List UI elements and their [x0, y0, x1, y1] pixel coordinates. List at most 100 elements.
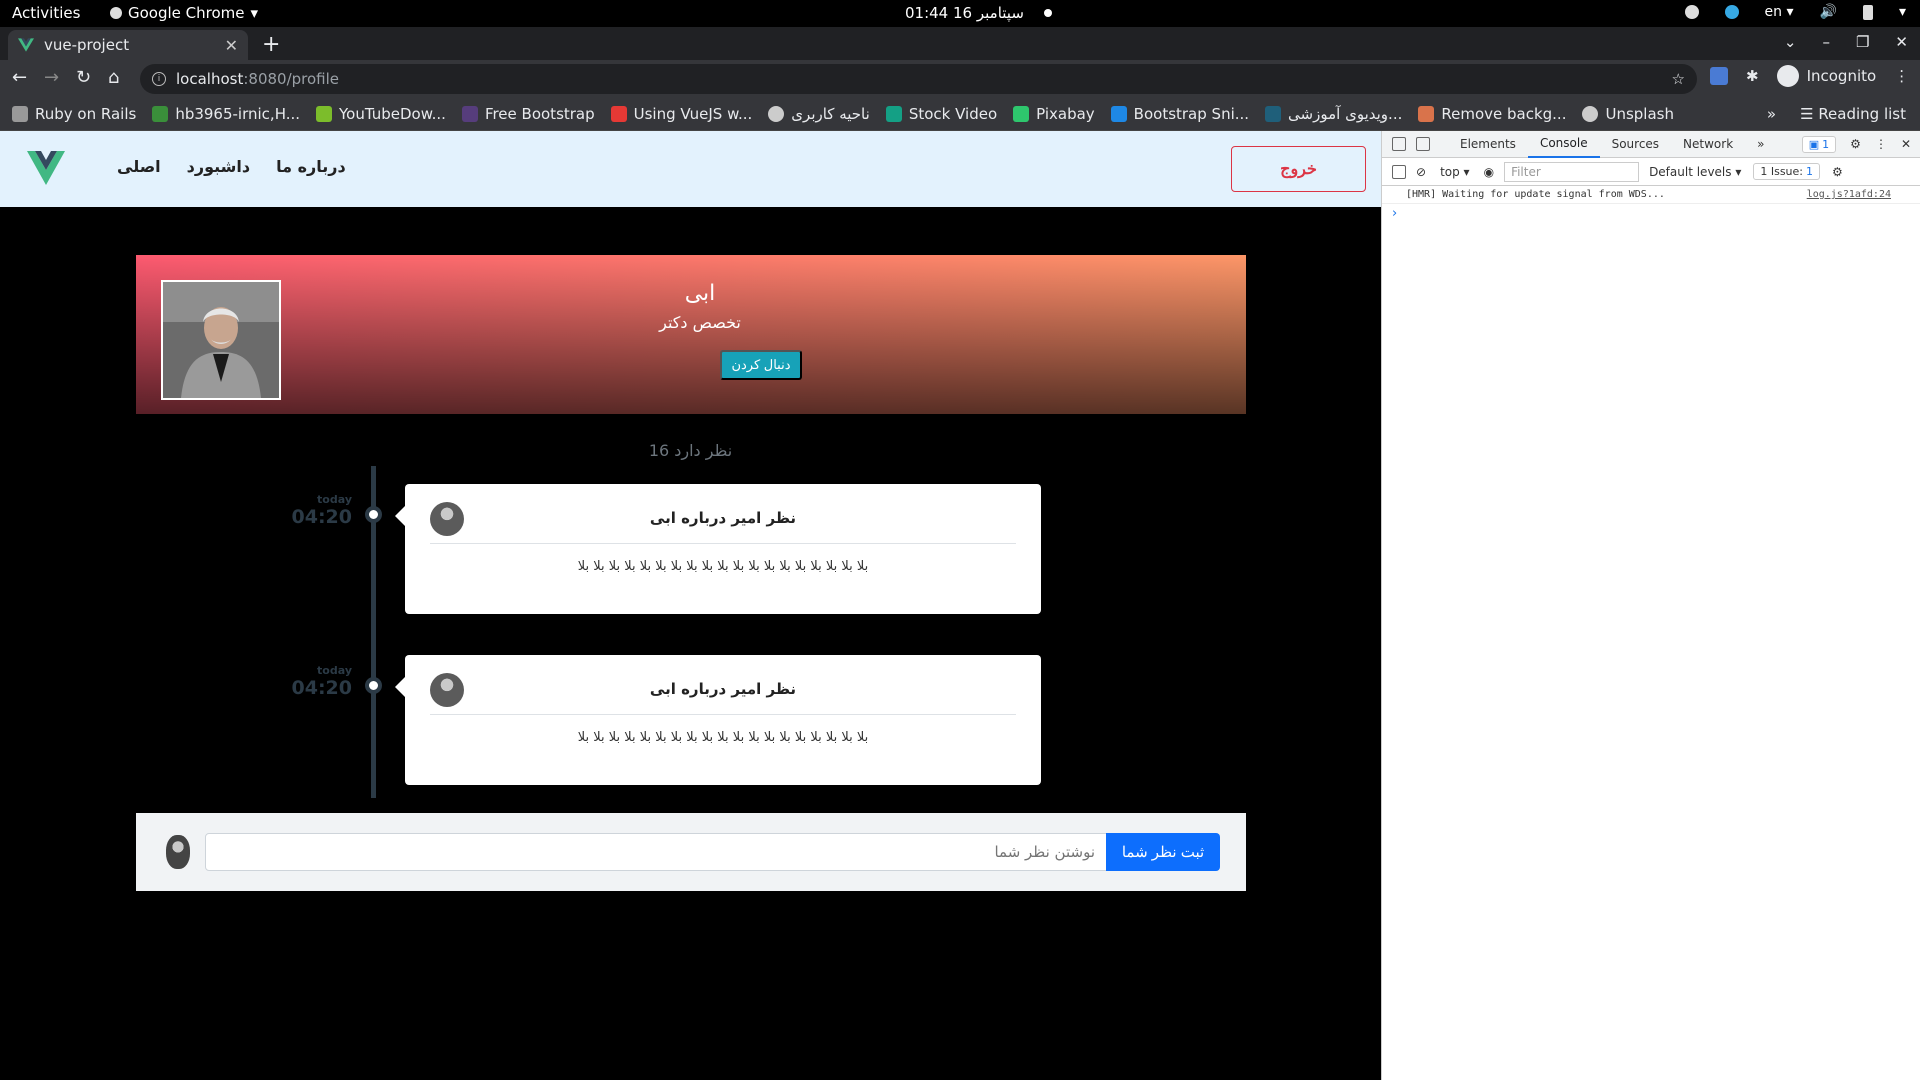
maximize-icon[interactable]: ❐: [1856, 33, 1869, 51]
messages-badge[interactable]: ▣ 1: [1801, 135, 1837, 153]
bookmark-item[interactable]: Bootstrap Sni...: [1110, 104, 1250, 123]
bookmark-item[interactable]: Ruby on Rails: [12, 105, 136, 123]
log-levels-dropdown[interactable]: Default levels ▾: [1649, 165, 1741, 179]
bookmark-label: Unsplash: [1605, 104, 1674, 123]
vue-logo-icon[interactable]: [27, 151, 65, 185]
minimize-icon[interactable]: –: [1822, 33, 1830, 51]
sidebar-toggle-icon[interactable]: [1392, 164, 1406, 179]
comment-divider: [430, 543, 1016, 544]
follow-button[interactable]: دنبال کردن: [720, 350, 802, 380]
site-info-icon[interactable]: i: [152, 72, 166, 86]
app-menu[interactable]: Google Chrome ▾: [110, 4, 258, 22]
comment-form: ثبت نظر شما: [136, 813, 1246, 891]
browser-tab[interactable]: vue-project ✕: [8, 30, 248, 60]
chrome-menu-icon[interactable]: ⋮: [1894, 67, 1909, 85]
bookmark-item[interactable]: Using VueJS w...: [610, 104, 753, 123]
bookmark-item[interactable]: Unsplash: [1582, 105, 1674, 123]
chrome-icon: [110, 7, 122, 19]
forward-icon[interactable]: →: [44, 67, 59, 88]
reading-list-label: Reading list: [1818, 105, 1906, 123]
devtools-settings-icon[interactable]: ⚙: [1850, 137, 1861, 151]
devtools-panel: Elements Console Sources Network » ▣ 1 ⚙…: [1381, 131, 1920, 1080]
reading-list-button[interactable]: ☰ Reading list: [1800, 105, 1906, 123]
bookmark-item[interactable]: Remove backg...: [1418, 105, 1566, 123]
context-selector[interactable]: top ▾: [1440, 165, 1470, 179]
devtools-tab-network[interactable]: Network: [1671, 131, 1745, 158]
bookmark-item[interactable]: hb3965-irnic,H...: [152, 105, 300, 123]
extensions-icon[interactable]: ✱: [1746, 67, 1759, 85]
devtools-tab-console[interactable]: Console: [1527, 131, 1600, 158]
system-tray[interactable]: en ▾ 🔊 ▾: [1684, 4, 1906, 20]
inspect-element-icon[interactable]: [1392, 137, 1406, 151]
devtools-tabbar: Elements Console Sources Network » ▣ 1 ⚙…: [1382, 131, 1920, 158]
submit-comment-button[interactable]: ثبت نظر شما: [1106, 833, 1220, 871]
incognito-indicator[interactable]: Incognito: [1776, 65, 1877, 87]
bookmark-favicon-icon: [1265, 105, 1282, 122]
bookmark-label: YouTubeDow...: [339, 104, 446, 123]
device-toolbar-icon[interactable]: [1416, 137, 1430, 151]
tab-search-icon[interactable]: ⌄: [1784, 33, 1797, 51]
issues-label: 1 Issue:: [1760, 165, 1804, 178]
bookmark-item[interactable]: Free Bootstrap: [461, 105, 595, 123]
bookmark-item[interactable]: Pixabay: [1013, 105, 1095, 123]
browser-toolbar: ← → ↻ ⌂ i localhost:8080/profile ☆ ✱ Inc…: [0, 60, 1920, 97]
context-label: top: [1440, 164, 1460, 179]
comment-input[interactable]: [205, 833, 1108, 871]
home-icon[interactable]: ⌂: [108, 67, 119, 88]
profile-header: ابی تخصص دکتر دنبال کردن: [136, 255, 1246, 414]
console-settings-icon[interactable]: ⚙: [1832, 165, 1843, 179]
language-indicator[interactable]: en ▾: [1765, 4, 1794, 20]
bookmark-label: Stock Video: [908, 104, 998, 123]
close-window-icon[interactable]: ✕: [1895, 33, 1908, 51]
bookmark-item[interactable]: ویدیوی آموزشی...: [1265, 105, 1402, 123]
devtools-menu-icon[interactable]: ⋮: [1875, 137, 1887, 151]
bookmark-favicon-icon: [1013, 105, 1030, 122]
bookmark-favicon-icon: [316, 105, 333, 122]
devtools-tab-sources[interactable]: Sources: [1600, 131, 1671, 158]
console-filter-input[interactable]: Filter: [1504, 161, 1640, 182]
bookmark-favicon-icon: [768, 105, 785, 122]
nav-link-dashboard[interactable]: داشبورد: [187, 157, 250, 176]
translate-extension-icon[interactable]: [1710, 67, 1728, 85]
bookmark-favicon-icon: [610, 105, 627, 122]
new-tab-icon[interactable]: +: [262, 32, 280, 57]
bookmark-star-icon[interactable]: ☆: [1672, 70, 1685, 88]
telegram-icon[interactable]: [1724, 5, 1739, 19]
activities-button[interactable]: Activities: [12, 4, 80, 22]
vue-favicon-icon: [18, 38, 34, 52]
bookmark-favicon-icon: [152, 105, 169, 122]
address-bar[interactable]: i localhost:8080/profile ☆: [140, 64, 1697, 94]
console-prompt-icon[interactable]: ›: [1392, 206, 1397, 221]
live-expression-eye-icon[interactable]: ◉: [1484, 165, 1494, 179]
volume-icon: 🔊: [1819, 4, 1837, 20]
bookmark-label: Bootstrap Sni...: [1133, 104, 1250, 123]
clock[interactable]: سپتامبر 16 01:44: [905, 4, 1052, 22]
console-source-link[interactable]: log.js?1afd:24: [1807, 189, 1891, 200]
nav-link-about[interactable]: درباره ما: [276, 157, 346, 176]
bookmark-item[interactable]: ناحیه کاربری: [768, 105, 870, 123]
incognito-label: Incognito: [1806, 67, 1877, 85]
devtools-tab-elements[interactable]: Elements: [1448, 131, 1528, 158]
bookmark-item[interactable]: Stock Video: [885, 104, 998, 123]
more-tabs-icon[interactable]: »: [1745, 131, 1776, 158]
clear-console-icon[interactable]: ⊘: [1416, 165, 1426, 179]
console-message: [HMR] Waiting for update signal from WDS…: [1406, 189, 1665, 200]
reload-icon[interactable]: ↻: [76, 67, 91, 88]
bookmark-favicon-icon: [12, 105, 28, 122]
toolbar-actions: ✱ Incognito ⋮: [1710, 65, 1909, 87]
nav-link-home[interactable]: اصلی: [117, 157, 161, 176]
comment-title: نظر امیر درباره ابی: [649, 680, 797, 698]
bookmark-item[interactable]: YouTubeDow...: [316, 105, 446, 123]
issues-badge[interactable]: 1 Issue: 1: [1753, 163, 1821, 180]
close-tab-icon[interactable]: ✕: [225, 36, 238, 55]
bookmark-label: Remove backg...: [1441, 104, 1567, 123]
url-path: :8080/profile: [243, 70, 340, 88]
bookmark-favicon-icon: [1110, 105, 1127, 122]
bookmark-label: Using VueJS w...: [633, 104, 753, 123]
devtools-close-icon[interactable]: ✕: [1901, 137, 1911, 151]
page-viewport: درباره ما داشبورد اصلی خروج ابی تخصص دکت…: [0, 131, 1381, 1080]
back-icon[interactable]: ←: [12, 67, 27, 88]
logout-button[interactable]: خروج: [1231, 146, 1366, 192]
more-bookmarks-icon[interactable]: »: [1767, 105, 1776, 123]
system-menu-arrow-icon: ▾: [1898, 4, 1906, 20]
